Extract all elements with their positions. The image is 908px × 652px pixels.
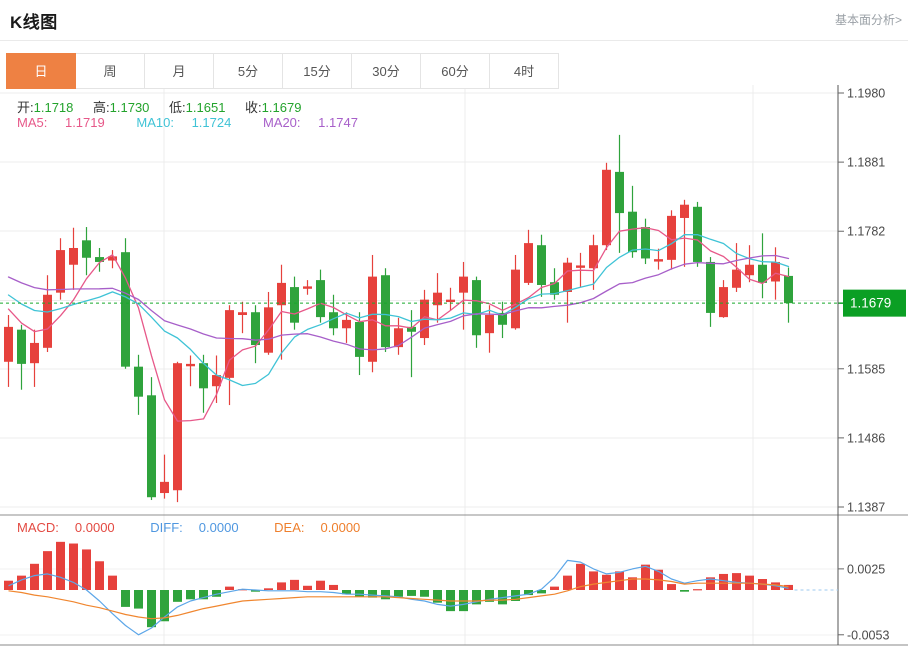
svg-text:1.1387: 1.1387 xyxy=(847,501,885,515)
ma5-legend: MA5: 1.1719 xyxy=(17,115,119,130)
svg-text:1.1585: 1.1585 xyxy=(847,362,885,376)
interval-tabbar: 日 周 月 5分 15分 30分 60分 4时 xyxy=(7,53,559,89)
svg-text:0.0025: 0.0025 xyxy=(847,562,885,576)
macd-value-legend: MACD:0.0000 xyxy=(17,520,131,535)
ohlc-legend: 开:1.1718 高:1.1730 低:1.1651 收:1.1679 xyxy=(17,97,317,116)
tab-5min[interactable]: 5分 xyxy=(213,53,283,89)
high-value: 1.1730 xyxy=(110,100,150,115)
fundamental-analysis-link[interactable]: 基本面分析> xyxy=(835,11,902,28)
tab-60min[interactable]: 60分 xyxy=(420,53,490,89)
open-value: 1.1718 xyxy=(34,100,74,115)
ma-legend: MA5: 1.1719 MA10: 1.1724 MA20: 1.1747 xyxy=(17,115,386,130)
tab-30min[interactable]: 30分 xyxy=(351,53,421,89)
dea-value-legend: DEA:0.0000 xyxy=(274,520,376,535)
ma20-legend: MA20: 1.1747 xyxy=(263,115,372,130)
high-label: 高: xyxy=(93,100,110,115)
svg-text:1.1881: 1.1881 xyxy=(847,156,885,170)
svg-text:-0.0053: -0.0053 xyxy=(847,628,889,642)
svg-text:1.1486: 1.1486 xyxy=(847,431,885,445)
macd-legend: MACD:0.0000 DIFF:0.0000 DEA:0.0000 xyxy=(17,520,392,535)
header-divider xyxy=(0,40,908,41)
low-label: 低: xyxy=(169,100,186,115)
kline-page: 1.1679 1.1980 1.1881 1.1782 1.1585 1.1486 1.13… xyxy=(0,0,908,652)
svg-text:1.1980: 1.1980 xyxy=(847,87,885,101)
close-label: 收: xyxy=(245,100,262,115)
page-title: K线图 xyxy=(10,8,58,33)
open-label: 开: xyxy=(17,100,34,115)
low-value: 1.1651 xyxy=(186,100,226,115)
tab-day[interactable]: 日 xyxy=(6,53,76,89)
tab-week[interactable]: 周 xyxy=(75,53,145,89)
ma10-legend: MA10: 1.1724 xyxy=(136,115,245,130)
tab-month[interactable]: 月 xyxy=(144,53,214,89)
diff-value-legend: DIFF:0.0000 xyxy=(150,520,254,535)
current-price-tag: 1.1679 xyxy=(838,290,906,317)
tab-15min[interactable]: 15分 xyxy=(282,53,352,89)
svg-text:1.1679: 1.1679 xyxy=(850,296,891,311)
tab-4hour[interactable]: 4时 xyxy=(489,53,559,89)
svg-text:1.1782: 1.1782 xyxy=(847,225,885,239)
close-value: 1.1679 xyxy=(262,100,302,115)
